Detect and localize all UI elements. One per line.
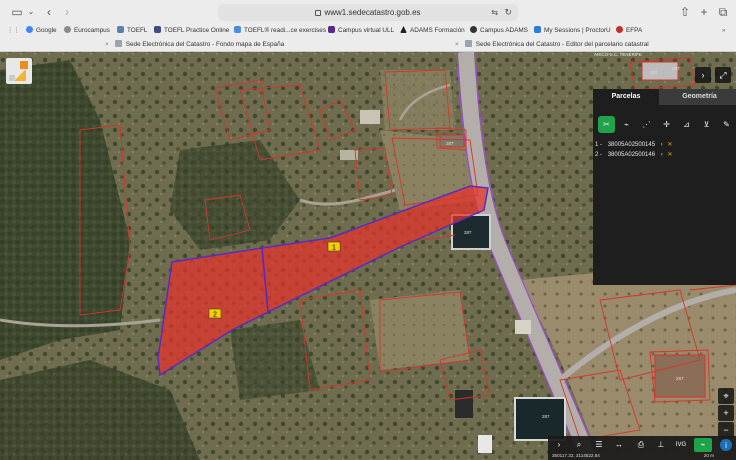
goto-parcel-icon[interactable]: › xyxy=(661,142,663,148)
merge-icon[interactable]: ⌁ xyxy=(618,116,635,133)
browser-chrome: ▭ ⌄ ‹ › www1.sedecatastro.gob.es ⇆ ↻ ⇧ +… xyxy=(0,0,736,52)
vector-icon[interactable]: IVG xyxy=(674,438,688,452)
translate-icon[interactable]: ⇆ xyxy=(491,4,498,21)
apps-grid-icon[interactable]: ⋮⋮ xyxy=(7,26,20,36)
bookmark-adams-formacion[interactable]: ADAMS Formación xyxy=(400,26,465,36)
svg-text:287: 287 xyxy=(446,141,454,146)
building xyxy=(455,390,473,418)
reservoir xyxy=(514,397,566,441)
close-icon[interactable]: × xyxy=(455,38,459,52)
svg-text:287: 287 xyxy=(464,230,472,235)
map-bottom-toolbar: › ⌕ ☰ ↔ ⎙ ⊥ IVG ⌁ i 350117.32, 3114522.8… xyxy=(548,436,736,460)
svg-text:287: 287 xyxy=(672,66,680,71)
reload-icon[interactable]: ↻ xyxy=(504,4,512,21)
address-bar[interactable]: www1.sedecatastro.gob.es ⇆ ↻ xyxy=(218,4,518,21)
tab-editor-parcelario[interactable]: × Sede Electrónica del Catastro - Editor … xyxy=(455,38,649,52)
parcel-list-item[interactable]: 2 - 38005A02500146 › ✕ xyxy=(595,151,672,158)
expand-icon[interactable]: › xyxy=(552,438,566,452)
parcel-ref: 38005A02500145 xyxy=(607,142,656,148)
building xyxy=(641,61,679,81)
new-tab-icon[interactable]: + xyxy=(697,5,711,19)
print-icon[interactable]: ⎙ xyxy=(634,438,648,452)
bookmarks-bar: ⋮⋮ Google Eurocampus TOEFL TOEFL Practic… xyxy=(0,24,736,38)
toefl-icon xyxy=(117,26,124,33)
browser-toolbar: ▭ ⌄ ‹ › www1.sedecatastro.gob.es ⇆ ↻ ⇧ +… xyxy=(0,0,736,24)
bookmark-toefl[interactable]: TOEFL xyxy=(117,26,147,36)
close-icon[interactable]: × xyxy=(105,38,109,52)
building xyxy=(478,435,492,453)
catastro-logo[interactable] xyxy=(6,58,32,84)
bookmark-campus-adams[interactable]: Campus ADAMS xyxy=(470,26,528,36)
share-icon[interactable]: ⇧ xyxy=(678,5,692,19)
efpa-icon xyxy=(616,26,623,33)
forward-icon[interactable]: › xyxy=(60,5,74,19)
adams-icon xyxy=(400,26,407,33)
satellite-icon[interactable]: ⌁ xyxy=(694,438,712,452)
measure-icon[interactable]: ⊻ xyxy=(698,116,715,133)
building xyxy=(515,320,531,334)
move-vertex-icon[interactable]: ✛ xyxy=(658,116,675,133)
zoom-in-icon[interactable]: + xyxy=(718,405,734,421)
bookmark-eurocampus[interactable]: Eurocampus xyxy=(64,26,110,36)
scale-readout: 20 m xyxy=(703,453,714,458)
parcel-ref: 38005A02500146 xyxy=(607,152,656,158)
chevron-down-icon[interactable]: ⌄ xyxy=(24,5,38,19)
bookmark-campus-ull[interactable]: Campus virtual ULL xyxy=(328,26,394,36)
place-label: ARICO-S.C. TENERIFE xyxy=(594,52,642,57)
globe-icon xyxy=(64,26,71,33)
check-icon xyxy=(234,26,241,33)
tab-overview-icon[interactable]: ⧉ xyxy=(716,5,730,19)
parcel-label-1: 1 xyxy=(332,245,336,252)
tab-fondo-mapa[interactable]: × Sede Electrónica del Catastro - Fondo m… xyxy=(105,38,284,52)
dry-area xyxy=(370,290,470,370)
bookmark-toefl-reading[interactable]: TOEFL® readi...ce exercises xyxy=(234,26,326,36)
parcel-label-2: 2 xyxy=(213,312,217,319)
tab-parcelas[interactable]: Parcelas xyxy=(593,89,659,105)
svg-text:287: 287 xyxy=(542,414,550,419)
bookmark-google[interactable]: Google xyxy=(26,26,57,36)
measure-distance-icon[interactable]: ↔ xyxy=(612,438,626,452)
fullscreen-icon[interactable]: ⤢ xyxy=(715,67,731,83)
edit-boundary-icon[interactable]: ⊿ xyxy=(678,116,695,133)
layers-icon[interactable]: ☰ xyxy=(592,438,606,452)
pencil-icon[interactable]: ✎ xyxy=(718,116,735,133)
google-icon xyxy=(26,26,33,33)
search-icon[interactable]: ⌕ xyxy=(572,438,586,452)
coordinate-readout: 350117.32, 3114522.84 xyxy=(552,453,600,458)
remove-parcel-icon[interactable]: ✕ xyxy=(667,142,672,148)
catastro-icon xyxy=(114,40,122,47)
parcel-list-item[interactable]: 1 - 38005A02500145 › ✕ xyxy=(595,141,672,148)
next-arrow-icon[interactable]: › xyxy=(695,67,711,83)
svg-text:287: 287 xyxy=(676,376,684,381)
toefl-practice-icon xyxy=(154,26,161,33)
tab-geometria[interactable]: Geometría xyxy=(663,89,736,105)
bookmark-efpa[interactable]: EFPA xyxy=(616,26,642,36)
catastro-icon xyxy=(464,40,472,47)
parcel-panel: Parcelas Geometría ✂ ⌁ ⋰ ✛ ⊿ ⊻ ✎ 1 - 380… xyxy=(593,89,736,285)
lock-icon xyxy=(315,9,322,16)
info-icon[interactable]: i xyxy=(720,439,732,451)
split-parcel-icon[interactable]: ✂ xyxy=(598,116,615,133)
graduation-cap-icon xyxy=(470,26,477,33)
remove-parcel-icon[interactable]: ✕ xyxy=(667,152,672,158)
ull-icon xyxy=(328,26,335,33)
tab-strip: × Sede Electrónica del Catastro - Fondo m… xyxy=(0,38,736,52)
proctoru-icon xyxy=(534,26,541,33)
svg-text:287: 287 xyxy=(650,70,658,75)
building xyxy=(360,110,380,124)
locate-icon[interactable]: ⌖ xyxy=(718,388,734,404)
panel-tabs: Parcelas Geometría xyxy=(593,89,736,105)
url-text: www1.sedecatastro.gob.es xyxy=(324,8,421,17)
sidebar-toggle-icon[interactable]: ▭ xyxy=(10,5,24,19)
bookmark-proctoru[interactable]: My Sessions | ProctorU xyxy=(534,26,611,36)
more-bookmarks-icon[interactable]: » xyxy=(722,26,726,36)
pin-icon[interactable]: ⊥ xyxy=(654,438,668,452)
goto-parcel-icon[interactable]: › xyxy=(661,152,663,158)
back-icon[interactable]: ‹ xyxy=(42,5,56,19)
bookmark-toefl-practice[interactable]: TOEFL Practice Online xyxy=(154,26,229,36)
add-vertex-icon[interactable]: ⋰ xyxy=(638,116,655,133)
